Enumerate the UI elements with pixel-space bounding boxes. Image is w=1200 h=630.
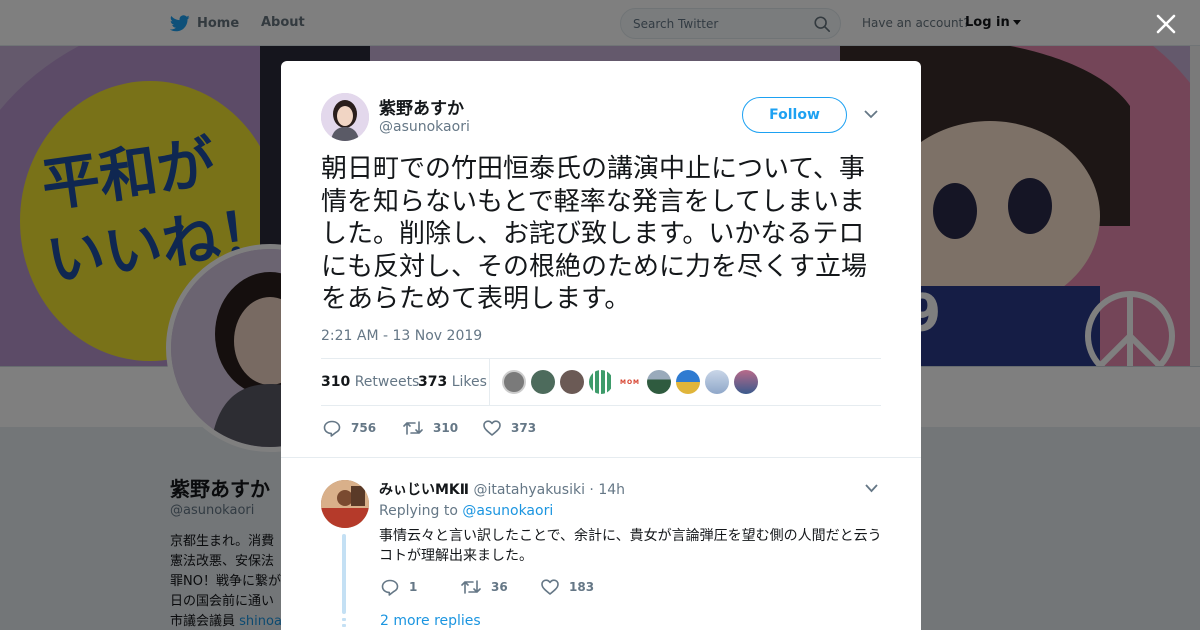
reply-header: みぃじいMKⅡ @itatahyakusiki · 14h (379, 479, 625, 499)
like-count: 373 (511, 421, 537, 435)
reply-retweet-count: 36 (491, 580, 508, 594)
retweet-action[interactable]: 310 (403, 418, 458, 438)
retweet-icon (461, 580, 481, 594)
stats-divider (489, 359, 490, 405)
reply-author-photo (321, 480, 369, 528)
reply-time[interactable]: 14h (598, 482, 625, 498)
reply-action[interactable]: 756 (323, 418, 376, 438)
reply-like-count: 183 (569, 580, 595, 594)
replying-to: Replying to @asunokaori (379, 503, 553, 519)
reply-separator: · (584, 482, 599, 498)
retweets-count: 310 (321, 374, 351, 390)
tweet-timestamp[interactable]: 2:21 AM - 13 Nov 2019 (321, 328, 482, 344)
chevron-down-icon[interactable] (865, 483, 878, 493)
replying-to-label: Replying to (379, 503, 463, 519)
tweet-author-avatar[interactable] (321, 93, 369, 141)
tweet-stats: 310 Retweets 373 Likes MOM (321, 358, 881, 406)
liker-avatar[interactable] (531, 370, 555, 394)
tweet-text: 朝日町での竹田恒泰氏の講演中止について、事情を知らないもとで軽率な発言をしてしま… (321, 154, 868, 314)
retweets-stat[interactable]: 310 Retweets (321, 374, 419, 390)
liker-avatar[interactable]: MOM (618, 370, 642, 394)
likes-stat[interactable]: 373 Likes (418, 374, 487, 390)
likes-count: 373 (418, 374, 448, 390)
reply-count: 756 (351, 421, 377, 435)
close-icon[interactable] (1154, 12, 1178, 36)
replying-to-handle[interactable]: @asunokaori (462, 503, 553, 519)
thread-dot (342, 624, 346, 627)
liker-tile-letter: M (633, 378, 641, 386)
follow-button[interactable]: Follow (742, 97, 847, 133)
liker-avatar[interactable] (589, 370, 613, 394)
heart-icon (483, 420, 501, 436)
reply-author-avatar[interactable] (321, 480, 369, 528)
author-photo (321, 93, 369, 141)
reply-tweet[interactable]: みぃじいMKⅡ @itatahyakusiki · 14h Replying t… (281, 457, 921, 630)
reply-icon (323, 420, 341, 437)
reply-icon (381, 579, 399, 596)
chevron-down-icon[interactable] (864, 109, 878, 119)
retweet-count: 310 (433, 421, 459, 435)
liker-avatar[interactable] (502, 370, 526, 394)
reply-author-name[interactable]: みぃじいMKⅡ (379, 482, 469, 498)
liker-avatar[interactable] (676, 370, 700, 394)
reply-text: 事情云々と言い訳したことで、余計に、貴女が言論弾圧を望む側の人間だと云うコトが理… (379, 528, 882, 564)
more-replies-link[interactable]: 2 more replies (380, 613, 481, 629)
heart-icon (541, 579, 559, 595)
retweet-action[interactable]: 36 (461, 577, 508, 597)
liker-avatar[interactable] (647, 370, 671, 394)
like-action[interactable]: 373 (483, 418, 536, 438)
like-action[interactable]: 183 (541, 577, 594, 597)
reply-actions: 1 36 183 (379, 577, 679, 597)
retweet-icon (403, 421, 423, 435)
tweet-modal: 紫野あすか @asunokaori Follow 朝日町での竹田恒泰氏の講演中止… (281, 61, 921, 630)
liker-avatar[interactable] (560, 370, 584, 394)
tweet-author-name[interactable]: 紫野あすか (379, 94, 464, 119)
reply-reply-count: 1 (409, 580, 418, 594)
tweet-actions: 756 310 373 (321, 418, 621, 438)
likes-label: Likes (451, 374, 487, 390)
thread-line (342, 534, 346, 614)
retweets-label: Retweets (354, 374, 420, 390)
reply-action[interactable]: 1 (381, 577, 417, 597)
liker-tile-letter: M (619, 378, 627, 386)
reply-author-handle[interactable]: @itatahyakusiki (473, 482, 585, 498)
liker-avatar[interactable] (705, 370, 729, 394)
thread-dots (342, 618, 346, 630)
tweet-author-handle[interactable]: @asunokaori (379, 119, 470, 135)
liker-avatar[interactable] (734, 370, 758, 394)
thread-dot (342, 618, 346, 621)
